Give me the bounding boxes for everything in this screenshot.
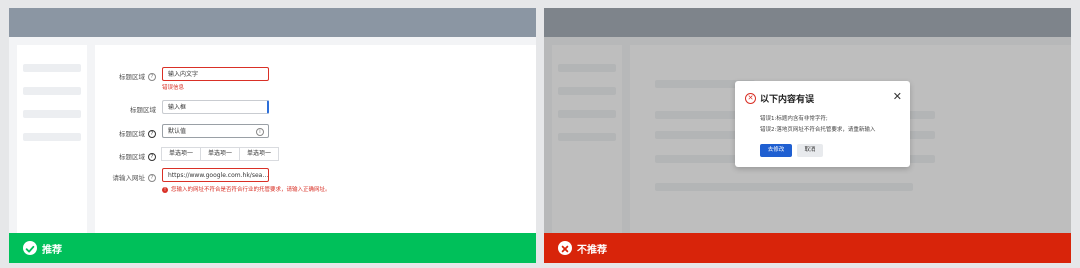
form-row-text-error: 标题区域? 输入内文字 错误信息: [95, 67, 536, 91]
recommended-footer: 推荐: [9, 233, 536, 263]
cancel-button[interactable]: 取消: [797, 144, 823, 157]
x-circle-icon: [558, 241, 572, 255]
go-edit-button[interactable]: 去修改: [760, 144, 792, 157]
sidebar-skeleton-line: [23, 133, 81, 141]
default-value-text: 默认值: [168, 128, 187, 135]
recommended-panel: 标题区域? 输入内文字 错误信息 标题区域 输入框 标题区域? 默认值 i 标题…: [9, 8, 536, 263]
text-input-error[interactable]: 输入内文字: [162, 67, 269, 81]
dialog-title: 以下内容有误: [760, 95, 815, 105]
sidebar-skeleton-line: [23, 110, 81, 118]
sidebar: [17, 45, 87, 235]
radio-option[interactable]: 单选项一: [200, 147, 241, 161]
close-icon[interactable]: ✕: [893, 90, 902, 103]
sidebar-skeleton-line: [23, 64, 81, 72]
info-circle-icon[interactable]: i: [256, 128, 264, 136]
text-input[interactable]: 输入框: [162, 100, 269, 114]
url-input-error[interactable]: https://www.google.com.hk/sea…: [162, 168, 269, 182]
default-value-input[interactable]: 默认值 i: [162, 124, 269, 138]
error-dot-icon: !: [162, 186, 168, 193]
field-label-text: 请输入网址: [112, 174, 146, 182]
x-circle-icon: ✕: [745, 93, 756, 104]
radio-option[interactable]: 单选项一: [161, 147, 202, 161]
error-line: 错误2:落地页网址不符合托管要求，请重新输入: [760, 127, 876, 133]
field-label-text: 标题区域: [119, 73, 145, 81]
field-label: 标题区域?: [119, 128, 156, 138]
form-content: 标题区域? 输入内文字 错误信息 标题区域 输入框 标题区域? 默认值 i 标题…: [95, 45, 536, 235]
error-dialog: ✕ 以下内容有误 ✕ 错误1:标题内含有非常字符; 错误2:落地页网址不符合托管…: [735, 81, 910, 167]
radio-option[interactable]: 单选项一: [239, 147, 280, 161]
field-label: 标题区域?: [119, 71, 156, 81]
field-label: 请输入网址?: [112, 172, 156, 182]
question-circle-icon[interactable]: ?: [148, 73, 156, 81]
form-row-default: 标题区域? 默认值 i: [95, 124, 536, 144]
radio-button-group: 单选项一 单选项一 单选项一: [161, 147, 280, 161]
error-line: 错误1:标题内含有非常字符;: [760, 116, 828, 122]
question-circle-icon[interactable]: ?: [148, 174, 156, 182]
not-recommended-panel: ✕ 以下内容有误 ✕ 错误1:标题内含有非常字符; 错误2:落地页网址不符合托管…: [544, 8, 1071, 263]
inline-error-text: 错误信息: [162, 85, 185, 91]
sidebar-skeleton-line: [23, 87, 81, 95]
not-recommended-label: 不推荐: [577, 245, 607, 256]
top-bar: [9, 8, 536, 37]
field-label-text: 标题区域: [130, 106, 156, 114]
field-label: 标题区域?: [119, 151, 156, 161]
form-row-input: 标题区域 输入框: [95, 100, 536, 120]
form-row-url: 请输入网址? https://www.google.com.hk/sea… ! 您…: [95, 168, 536, 193]
url-error-text: 您输入的网址不符合是否符合行业的托管要求，请输入正确网址。: [171, 187, 331, 193]
field-label-text: 标题区域: [119, 130, 145, 138]
question-circle-icon[interactable]: ?: [148, 153, 156, 161]
field-label: 标题区域: [130, 104, 156, 114]
question-circle-icon[interactable]: ?: [148, 130, 156, 138]
check-circle-icon: [23, 241, 37, 255]
url-error-message: ! 您输入的网址不符合是否符合行业的托管要求，请输入正确网址。: [162, 185, 331, 193]
form-row-radio: 标题区域? 单选项一 单选项一 单选项一: [95, 147, 536, 167]
field-label-text: 标题区域: [119, 153, 145, 161]
recommended-label: 推荐: [42, 245, 62, 256]
not-recommended-footer: 不推荐: [544, 233, 1071, 263]
